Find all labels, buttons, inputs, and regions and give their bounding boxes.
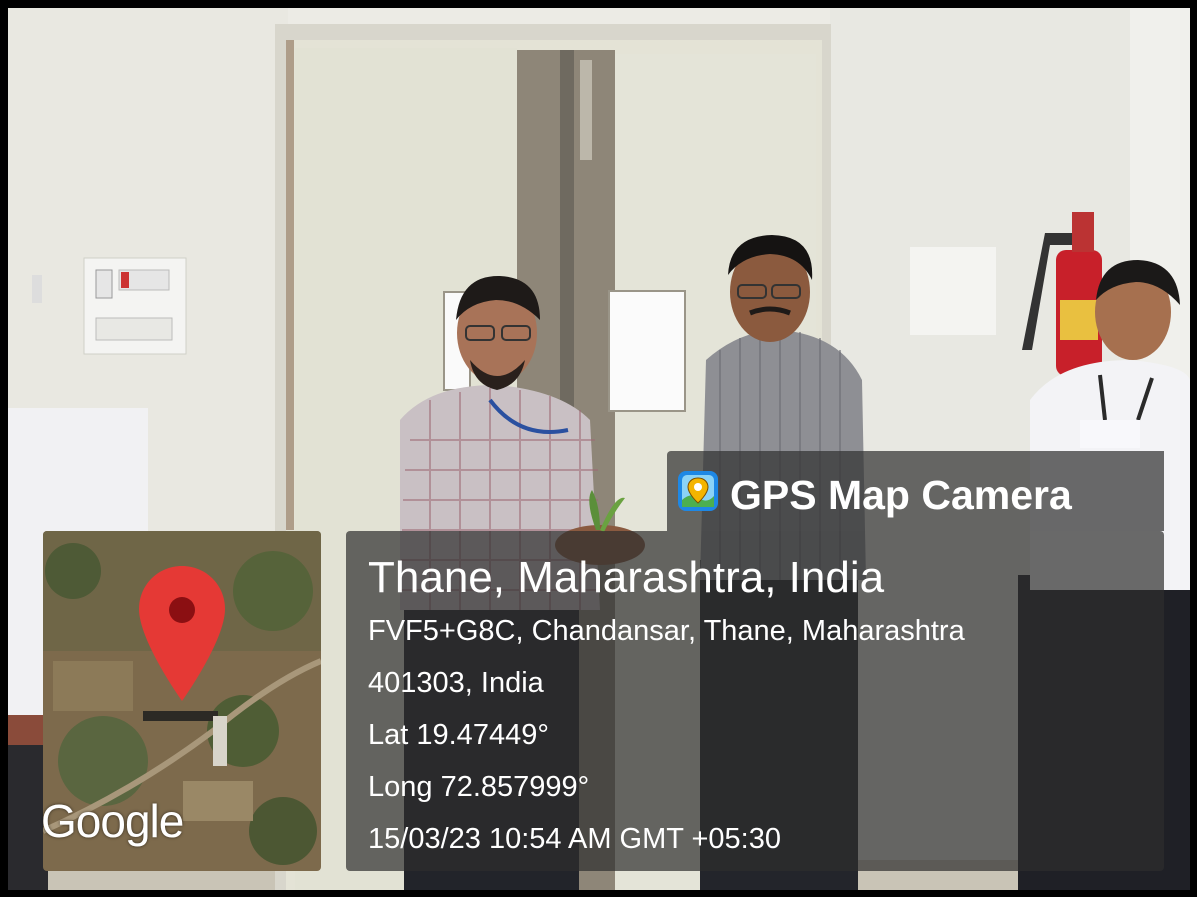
latitude: Lat 19.47449° [368,719,549,751]
address-line-2: 401303, India [368,667,544,699]
address-line-1: FVF5+G8C, Chandansar, Thane, Maharashtra [368,615,965,647]
longitude: Long 72.857999° [368,771,590,803]
google-watermark: Google [41,795,184,847]
app-name: GPS Map Camera [730,472,1072,518]
timestamp: 15/03/23 10:54 AM GMT +05:30 [368,823,781,855]
map-camera-icon [678,471,718,511]
location-title: Thane, Maharashtra, India [368,553,885,602]
photo-frame: GPS Map Camera Thane, Maharashtra, India… [0,0,1197,897]
